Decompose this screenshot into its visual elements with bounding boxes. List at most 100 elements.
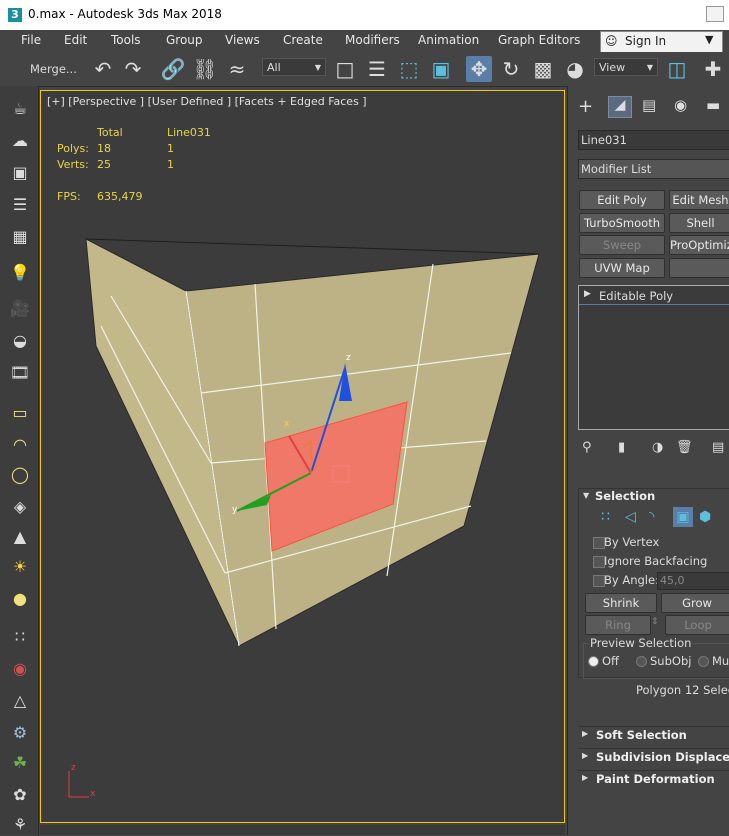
selection-status: Polygon 12 Selected: [636, 683, 729, 697]
film-reel-icon[interactable]: 🎞: [9, 362, 31, 384]
sign-in-dropdown[interactable]: ☺ Sign In ▼: [600, 31, 723, 53]
pivot-center-icon[interactable]: ◫: [664, 56, 690, 82]
polygon-mode-icon[interactable]: ▣: [673, 507, 693, 527]
perspective-viewport[interactable]: [+] [Perspective ] [User Defined ] [Face…: [40, 90, 565, 823]
select-manipulate-icon[interactable]: ✚: [700, 56, 726, 82]
menu-edit[interactable]: Edit: [64, 33, 87, 47]
vertex-mode-icon[interactable]: ∷: [601, 509, 610, 525]
remove-modifier-icon[interactable]: 🗑: [676, 440, 693, 455]
preview-subobj-radio[interactable]: [636, 656, 647, 667]
redo-icon[interactable]: ↷: [120, 56, 146, 82]
edge-mode-icon[interactable]: ◁: [625, 509, 636, 525]
unlink-icon[interactable]: ⛓: [192, 56, 218, 82]
ring-spinner-icon[interactable]: ⇕: [651, 617, 659, 627]
element-mode-icon[interactable]: ⬢: [699, 509, 711, 525]
show-end-result-icon[interactable]: ▮: [618, 440, 625, 455]
link-icon[interactable]: 🔗: [160, 56, 186, 82]
list-icon[interactable]: ☰: [9, 194, 31, 216]
soft-selection-header: Soft Selection: [596, 728, 687, 742]
modifier-stack: ▶ Editable Poly: [578, 285, 729, 430]
create-tab-icon[interactable]: +: [578, 96, 593, 117]
merge-button[interactable]: Merge...: [30, 62, 77, 76]
modifier-list-dropdown[interactable]: Modifier List: [578, 159, 729, 179]
selection-filter-dropdown[interactable]: All ▼: [262, 58, 326, 76]
expand-triangle-icon: ▶: [582, 751, 589, 760]
gear-icon[interactable]: ⚙: [9, 722, 31, 744]
soft-selection-rollout[interactable]: ▶ Soft Selection: [578, 726, 729, 745]
cloud-icon[interactable]: ☁: [9, 130, 31, 152]
empty-modifier-button[interactable]: [669, 258, 729, 278]
menu-modifiers[interactable]: Modifiers: [345, 33, 400, 47]
grass-icon[interactable]: ☘: [9, 752, 31, 774]
by-angle-spinner[interactable]: 45,0: [657, 572, 729, 590]
select-and-place-icon[interactable]: ◕: [562, 56, 588, 82]
menu-animation[interactable]: Animation: [418, 33, 479, 47]
molecule-icon[interactable]: ◉: [9, 658, 31, 680]
grow-button[interactable]: Grow: [661, 593, 729, 613]
display-tab-icon[interactable]: ▬: [706, 96, 720, 114]
pyramid-icon[interactable]: △: [9, 690, 31, 712]
select-by-name-icon[interactable]: ☰: [364, 56, 390, 82]
light-bulb-icon[interactable]: 💡: [9, 262, 31, 284]
preview-multi-radio[interactable]: [698, 656, 709, 667]
menu-file[interactable]: File: [21, 33, 41, 47]
plane-icon[interactable]: ▭: [9, 402, 31, 424]
shell-icon[interactable]: ⚘: [9, 814, 31, 836]
hierarchy-tab-icon[interactable]: ▤: [642, 96, 656, 114]
menu-group[interactable]: Group: [166, 33, 203, 47]
modify-tab-icon[interactable]: ◢: [608, 96, 632, 118]
collapse-triangle-icon[interactable]: ▼: [583, 491, 589, 500]
uvw-map-button[interactable]: UVW Map: [579, 258, 665, 278]
configure-modifier-sets-icon[interactable]: ▤: [712, 440, 724, 455]
stack-item-editable-poly[interactable]: ▶ Editable Poly: [579, 288, 729, 305]
sun-icon[interactable]: ☀: [9, 556, 31, 578]
select-and-scale-icon[interactable]: ▩: [530, 56, 556, 82]
circle-icon[interactable]: ◯: [9, 464, 31, 486]
menu-create[interactable]: Create: [283, 33, 323, 47]
grid-dots-icon[interactable]: ∷: [9, 626, 31, 648]
hemisphere-icon[interactable]: ◠: [9, 434, 31, 456]
edit-mesh-button[interactable]: Edit Mesh: [669, 190, 729, 210]
hair-fur-icon[interactable]: ✿: [9, 784, 31, 806]
prooptimizer-button[interactable]: ProOptimizer: [669, 235, 729, 255]
teapot-icon[interactable]: ☕: [9, 98, 31, 120]
select-and-rotate-icon[interactable]: ↻: [498, 56, 524, 82]
main-toolbar: Merge... ↶ ↷ 🔗 ⛓ ≈ All ▼ □ ☰ ⬚ ▣ ✥ ↻ ▩ ◕…: [0, 52, 729, 87]
menu-graph-editors[interactable]: Graph Editors: [498, 33, 580, 47]
sphere-icon[interactable]: ●: [9, 588, 31, 610]
border-mode-icon[interactable]: ◝: [649, 509, 654, 525]
menu-tools[interactable]: Tools: [111, 33, 141, 47]
menu-views[interactable]: Views: [225, 33, 260, 47]
sweep-button[interactable]: Sweep: [579, 235, 665, 255]
undo-icon[interactable]: ↶: [90, 56, 116, 82]
shell-button[interactable]: Shell: [669, 213, 729, 233]
object-name-field[interactable]: Line031: [578, 130, 729, 150]
motion-tab-icon[interactable]: ◉: [674, 96, 687, 114]
turbosmooth-button[interactable]: TurboSmooth: [579, 213, 665, 233]
shrink-button[interactable]: Shrink: [585, 593, 657, 613]
render-frame-icon[interactable]: ▣: [9, 162, 31, 184]
expand-triangle-icon[interactable]: ▶: [584, 289, 591, 299]
select-object-icon[interactable]: □: [332, 56, 358, 82]
geosphere-icon[interactable]: ◈: [9, 496, 31, 518]
subdivision-displacement-rollout[interactable]: ▶ Subdivision Displacement: [578, 748, 729, 767]
cone-icon[interactable]: ▲: [9, 526, 31, 548]
camera-icon[interactable]: 🎥: [9, 298, 31, 320]
window-crossing-icon[interactable]: ▣: [428, 56, 454, 82]
bind-space-warp-icon[interactable]: ≈: [224, 56, 250, 82]
pin-stack-icon[interactable]: ⚲: [582, 440, 592, 455]
timeline-strip[interactable]: [40, 825, 565, 835]
table-icon[interactable]: ▦: [9, 226, 31, 248]
ring-button[interactable]: Ring: [585, 615, 651, 635]
selection-rollout-header[interactable]: Selection: [595, 489, 655, 503]
make-unique-icon[interactable]: ◑: [652, 440, 663, 455]
select-and-move-icon[interactable]: ✥: [466, 56, 492, 82]
edit-poly-button[interactable]: Edit Poly: [579, 190, 665, 210]
preview-off-radio[interactable]: [588, 656, 599, 667]
minimize-button[interactable]: [706, 6, 724, 22]
reference-coordinate-dropdown[interactable]: View ▼: [594, 58, 658, 76]
paint-deformation-rollout[interactable]: ▶ Paint Deformation: [578, 770, 729, 789]
rectangular-selection-icon[interactable]: ⬚: [396, 56, 422, 82]
loop-button[interactable]: Loop: [665, 615, 729, 635]
sphere-render-icon[interactable]: ◒: [9, 330, 31, 352]
